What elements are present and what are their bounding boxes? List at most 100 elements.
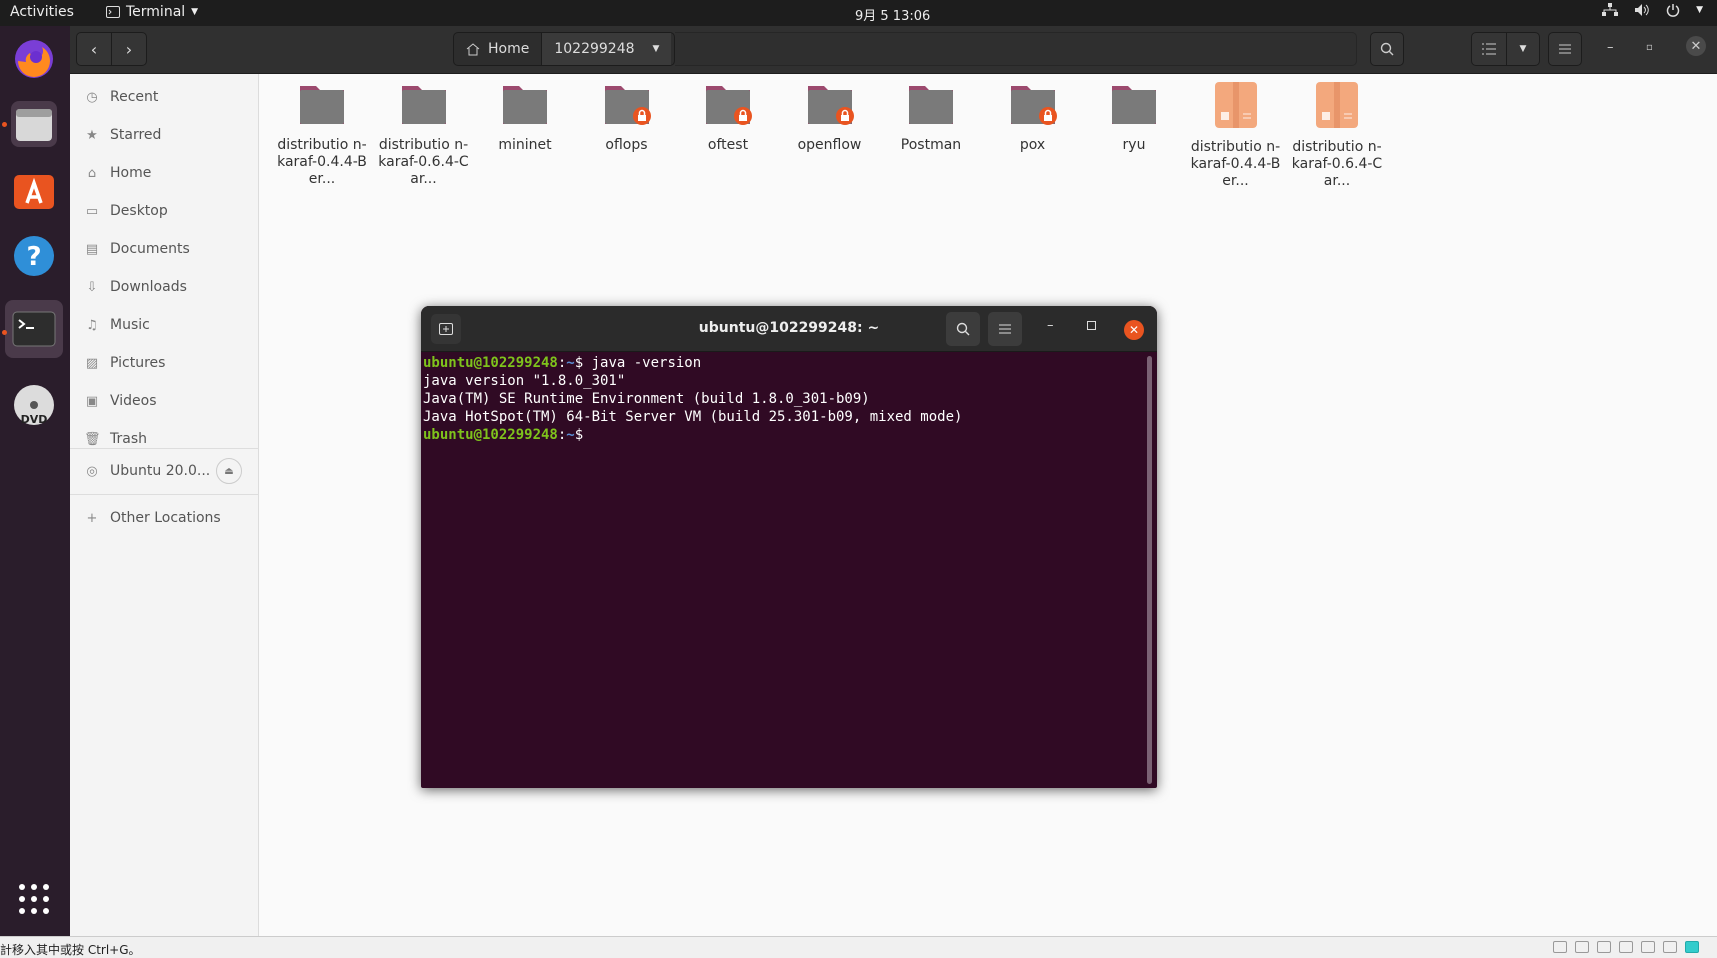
sidebar-item-label: Home <box>110 165 152 181</box>
sidebar-item-documents[interactable]: ▤ Documents <box>70 234 259 264</box>
sidebar-item-pictures[interactable]: ▨ Pictures <box>70 348 259 378</box>
file-item[interactable]: ryu <box>1086 82 1182 154</box>
path-folder-label: 102299248 <box>554 41 635 57</box>
dvd-icon[interactable]: DVD <box>11 382 57 428</box>
host-status-bar: 計移入其中或按 Ctrl+G。 <box>0 936 1717 958</box>
maximize-button[interactable]: ▫ <box>1646 42 1653 53</box>
terminal-icon[interactable] <box>5 300 63 358</box>
system-tray[interactable]: ▼ <box>1602 3 1703 17</box>
folder-icon <box>909 86 953 124</box>
files-header-bar: ‹ › Home 102299248 ▼ ▼ – ▫ ✕ <box>70 26 1717 74</box>
file-item[interactable]: Postman <box>883 82 979 154</box>
sidebar-item-downloads[interactable]: ⇩ Downloads <box>70 272 259 302</box>
clock[interactable]: 9月 5 13:06 <box>855 5 930 24</box>
files-icon[interactable] <box>11 101 57 147</box>
search-icon <box>956 322 970 336</box>
sidebar-device-label: Ubuntu 20.0... <box>110 463 211 479</box>
file-item[interactable]: distributio n-karaf-0.6.4-Car... <box>1289 82 1385 190</box>
locked-folder-icon <box>604 86 651 125</box>
file-item[interactable]: distributio n-karaf-0.6.4-Car... <box>376 82 472 188</box>
sidebar-item-recent[interactable]: ◷ Recent <box>70 82 259 112</box>
desktop-icon: ▭ <box>85 203 99 219</box>
terminal-line: Java HotSpot(TM) 64-Bit Server VM (build… <box>423 409 963 425</box>
home-icon <box>466 42 480 55</box>
file-label: distributio n-karaf-0.6.4-Car... <box>378 137 469 187</box>
view-options-button[interactable]: ▼ <box>1506 32 1540 66</box>
prompt-dollar: $ <box>574 355 592 371</box>
terminal-maximize-button[interactable] <box>1087 321 1096 330</box>
sidebar-item-music[interactable]: ♫ Music <box>70 310 259 340</box>
file-item[interactable]: openflow <box>782 82 878 154</box>
app-grid-icon[interactable] <box>11 876 57 922</box>
terminal-prompt: ubuntu@102299248 <box>423 355 558 371</box>
software-center-icon[interactable] <box>11 166 57 212</box>
file-item[interactable]: mininet <box>477 82 573 154</box>
terminal-output[interactable]: ubuntu@102299248:~$ java -version java ve… <box>423 354 1135 784</box>
locked-folder-icon <box>1010 86 1057 125</box>
back-button[interactable]: ‹ <box>76 32 112 66</box>
sidebar-item-starred[interactable]: ★ Starred <box>70 120 259 150</box>
top-bar: Activities Terminal ▼ 9月 5 13:06 ▼ <box>0 0 1717 26</box>
file-item[interactable]: oflops <box>579 82 675 154</box>
file-item[interactable]: pox <box>985 82 1081 154</box>
hamburger-icon <box>999 324 1011 334</box>
download-icon: ⇩ <box>86 279 98 295</box>
plus-icon: + <box>86 510 98 526</box>
power-icon <box>1666 4 1680 17</box>
eject-button[interactable]: ⏏ <box>216 458 242 484</box>
list-view-button[interactable] <box>1471 32 1507 66</box>
network-icon <box>1602 3 1619 16</box>
sidebar-item-trash[interactable]: 🗑 Trash <box>70 424 259 454</box>
file-label: openflow <box>797 137 862 153</box>
chevron-down-icon: ▼ <box>652 44 660 54</box>
file-label: distributio n-karaf-0.4.4-Ber... <box>1190 139 1281 189</box>
archive-icon <box>1214 82 1257 128</box>
prompt-dollar: $ <box>574 427 592 443</box>
terminal-menu-button[interactable] <box>988 312 1022 346</box>
app-menu[interactable]: Terminal ▼ <box>106 4 198 20</box>
running-indicator <box>2 122 7 127</box>
message-status-icon <box>1685 941 1699 953</box>
forward-button[interactable]: › <box>111 32 147 66</box>
close-button[interactable]: ✕ <box>1686 36 1706 56</box>
file-label: distributio n-karaf-0.6.4-Car... <box>1291 139 1383 189</box>
status-icons <box>1553 941 1699 953</box>
disc-icon: ◎ <box>86 463 98 479</box>
path-current-folder[interactable]: 102299248 ▼ <box>541 33 672 65</box>
sidebar-separator <box>70 494 259 495</box>
trash-icon: 🗑 <box>84 431 101 447</box>
terminal-minimize-button[interactable]: – <box>1047 318 1054 333</box>
main-menu-button[interactable] <box>1548 32 1582 66</box>
location-bar[interactable] <box>675 32 1357 66</box>
file-label: mininet <box>498 137 552 153</box>
printer-status-icon <box>1619 941 1633 953</box>
firefox-icon[interactable] <box>11 36 57 82</box>
help-icon[interactable]: ? <box>11 233 57 279</box>
file-item[interactable]: distributio n-karaf-0.4.4-Ber... <box>274 82 370 188</box>
file-label: ryu <box>1122 137 1146 153</box>
terminal-line: java version "1.8.0_301" <box>423 373 626 389</box>
sidebar-separator <box>70 448 259 449</box>
sidebar-item-videos[interactable]: ▣ Videos <box>70 386 259 416</box>
minimize-button[interactable]: – <box>1607 40 1614 55</box>
sidebar-item-home[interactable]: ⌂ Home <box>70 158 259 188</box>
locked-folder-icon <box>706 86 752 125</box>
terminal-small-icon <box>106 6 120 18</box>
file-item[interactable]: oftest <box>680 82 776 154</box>
svg-text:DVD: DVD <box>21 413 48 426</box>
file-item[interactable]: distributio n-karaf-0.4.4-Ber... <box>1188 82 1284 190</box>
sidebar-item-other-locations[interactable]: + Other Locations <box>70 503 259 533</box>
path-home[interactable]: Home <box>454 33 541 65</box>
terminal-scrollbar[interactable] <box>1147 356 1152 784</box>
terminal-search-button[interactable] <box>946 312 980 346</box>
app-menu-label: Terminal <box>126 4 186 20</box>
terminal-line: Java(TM) SE Runtime Environment (build 1… <box>423 391 870 407</box>
picture-icon: ▨ <box>85 355 99 371</box>
terminal-close-button[interactable]: ✕ <box>1124 320 1144 340</box>
terminal-line: ubuntu@102299248:~$ <box>423 426 1135 444</box>
activities-button[interactable]: Activities <box>10 4 74 20</box>
video-icon: ▣ <box>85 393 99 409</box>
search-button[interactable] <box>1370 32 1404 66</box>
sidebar-item-desktop[interactable]: ▭ Desktop <box>70 196 259 226</box>
star-icon: ★ <box>86 127 98 143</box>
